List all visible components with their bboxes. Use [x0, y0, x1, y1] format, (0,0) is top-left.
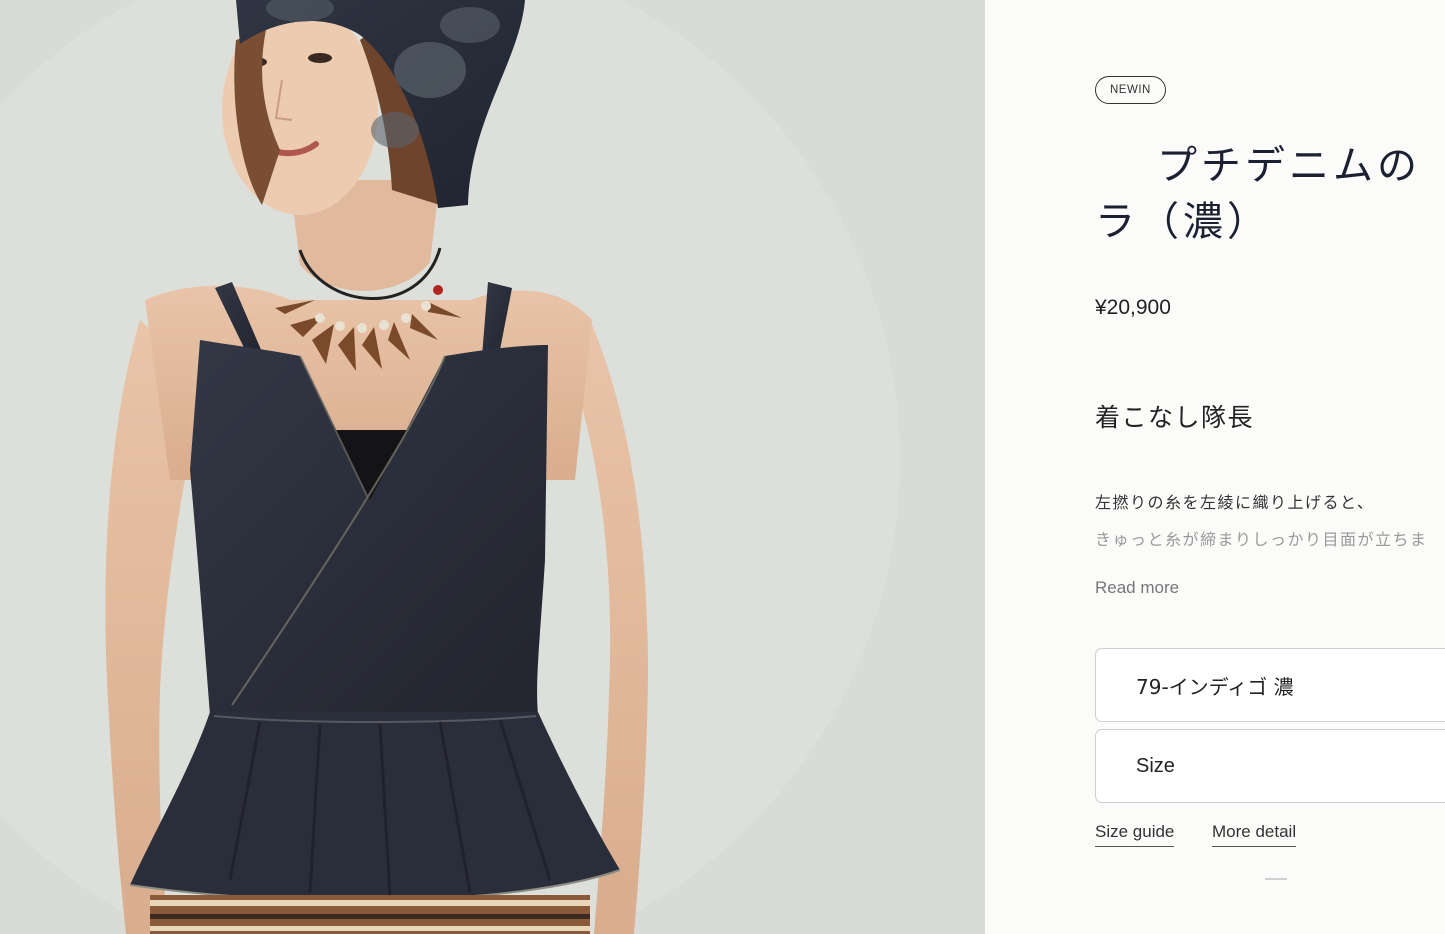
- size-select[interactable]: Size: [1095, 729, 1445, 803]
- size-guide-link[interactable]: Size guide: [1095, 822, 1175, 847]
- new-in-badge: NEWIN: [1095, 76, 1166, 104]
- description-line-1: 左撚りの糸を左綾に織り上げると、: [1095, 493, 1375, 512]
- description-line-2: きゅっと糸が締まりしっかり目面が立ちま: [1095, 530, 1428, 549]
- product-page: NEWIN プチデニムの ラ（濃） ¥20,900 着こなし隊長 左撚りの糸を左…: [0, 0, 1445, 934]
- product-info-panel: NEWIN プチデニムの ラ（濃） ¥20,900 着こなし隊長 左撚りの糸を左…: [985, 0, 1445, 934]
- product-subtitle: 着こなし隊長: [1095, 403, 1255, 432]
- divider: [1265, 878, 1287, 880]
- product-title-line1: プチデニムの: [1157, 143, 1421, 189]
- color-select[interactable]: 79-インディゴ 濃: [1095, 648, 1445, 722]
- product-photo[interactable]: [0, 0, 985, 934]
- product-description: 左撚りの糸を左綾に織り上げると、 きゅっと糸が締まりしっかり目面が立ちま: [1095, 484, 1445, 558]
- model-illustration: [0, 0, 985, 934]
- product-price: ¥20,900: [1095, 296, 1171, 319]
- size-select-placeholder: Size: [1136, 754, 1175, 777]
- read-more-link[interactable]: Read more: [1095, 578, 1179, 598]
- product-title-line2: ラ（濃）: [1095, 199, 1271, 245]
- more-detail-link[interactable]: More detail: [1212, 822, 1297, 847]
- product-title: プチデニムの ラ（濃）: [1095, 138, 1445, 250]
- color-select-value: 79-インディゴ 濃: [1136, 674, 1294, 699]
